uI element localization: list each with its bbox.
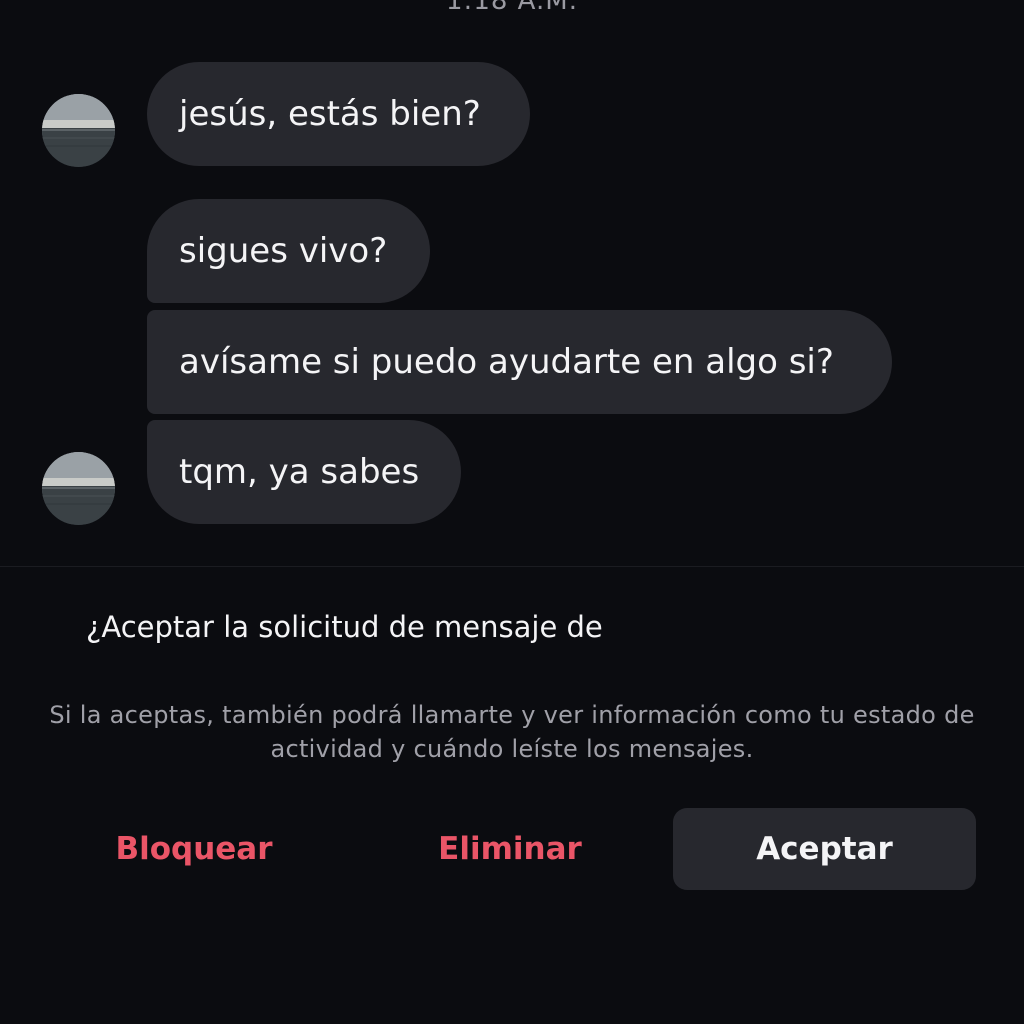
message-timestamp: 1:18 A.M. — [446, 0, 578, 16]
message-bubble[interactable]: avísame si puedo ayudarte en algo si? — [147, 310, 892, 414]
profile-photo-icon — [42, 94, 115, 167]
request-description: Si la aceptas, también podrá llamarte y … — [49, 701, 975, 763]
block-button[interactable]: Bloquear — [94, 808, 294, 890]
message-bubble[interactable]: sigues vivo? — [147, 199, 430, 303]
accept-button[interactable]: Aceptar — [673, 808, 976, 890]
request-title: ¿Aceptar la solicitud de mensaje de — [86, 610, 603, 644]
message-bubble[interactable]: jesús, estás bien? — [147, 62, 530, 166]
sender-avatar[interactable] — [42, 452, 115, 525]
sender-avatar[interactable] — [42, 94, 115, 167]
delete-button[interactable]: Eliminar — [410, 808, 610, 890]
profile-photo-icon — [42, 452, 115, 525]
message-bubble[interactable]: tqm, ya sabes — [147, 420, 461, 524]
section-divider — [0, 566, 1024, 567]
